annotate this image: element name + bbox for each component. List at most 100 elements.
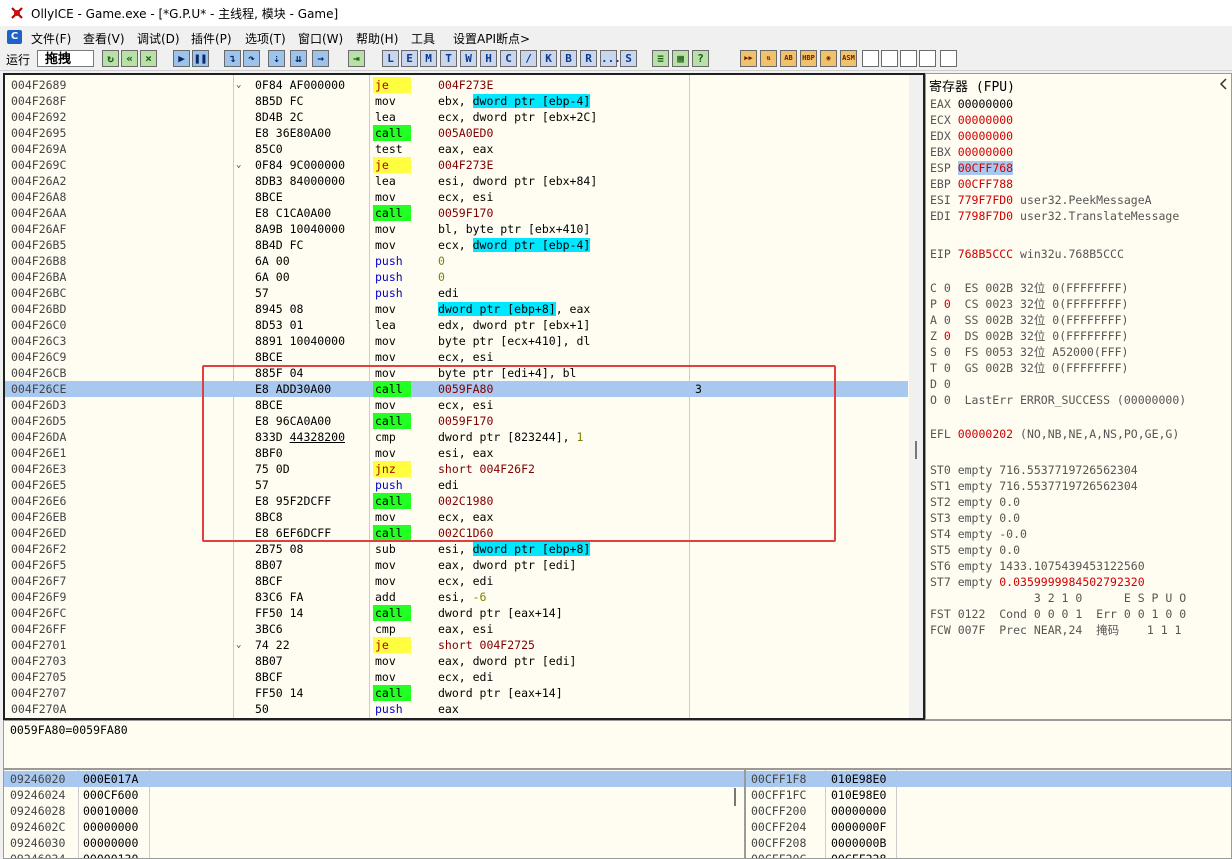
window-cpu-button[interactable]: C	[500, 50, 517, 67]
menu-set-api-breakpoint[interactable]: 设置API断点>	[453, 30, 530, 47]
disasm-row[interactable]: 004F26E1 8BF0 mov esi, eax	[5, 445, 908, 461]
register-row[interactable]: FST 0122 Cond 0 0 0 1 Err 0 0 1 0 0	[930, 606, 1186, 622]
menu-window[interactable]: 窗口(W)	[298, 30, 343, 47]
dump-row[interactable]: 09246024 000CF600	[4, 787, 744, 803]
help-icon[interactable]: ?	[692, 50, 709, 67]
stack-row[interactable]: 00CFF20C 00CFF228	[746, 851, 1231, 858]
close-program-icon[interactable]: ×	[140, 50, 157, 67]
disasm-row[interactable]: 004F26F2 2B75 08 sub esi, dword ptr [ebp+8]	[5, 541, 908, 557]
blank-button-3[interactable]	[900, 50, 917, 67]
register-row[interactable]: ESP 00CFF768	[930, 160, 1014, 176]
dump-row[interactable]: 09246030 00000000	[4, 835, 744, 851]
plugin-asm-icon[interactable]: ASM	[840, 50, 857, 67]
disasm-row[interactable]: 004F26EB 8BC8 mov ecx, eax	[5, 509, 908, 525]
plugin-arrows-icon[interactable]: ▶▶	[740, 50, 757, 67]
window-log-button[interactable]: L	[382, 50, 399, 67]
dump-row[interactable]: 0924602C 00000000	[4, 819, 744, 835]
register-row[interactable]: EAX 00000000	[930, 96, 1013, 112]
register-row[interactable]: ST3 empty 0.0	[930, 510, 1020, 526]
open-icon[interactable]: ↻	[102, 50, 119, 67]
register-row[interactable]: A 0 SS 002B 32位 0(FFFFFFFF)	[930, 312, 1128, 328]
options-grid-icon[interactable]: ▦	[672, 50, 689, 67]
disasm-row[interactable]: 004F26E5 57 push edi	[5, 477, 908, 493]
disasm-row[interactable]: 004F2692 8D4B 2C lea ecx, dword ptr [ebx+2C…	[5, 109, 908, 125]
disasm-row[interactable]: 004F269A 85C0 test eax, eax	[5, 141, 908, 157]
register-row[interactable]: ST6 empty 1433.1075439453122560	[930, 558, 1145, 574]
register-row[interactable]: Z 0 DS 002B 32位 0(FFFFFFFF)	[930, 328, 1128, 344]
dump-row[interactable]: 09246028 00010000	[4, 803, 744, 819]
disasm-row[interactable]: 004F2689 ⌄ 0F84 AF000000 je 004F273E	[5, 77, 908, 93]
disasm-row[interactable]: 004F26C3 8891 10040000 mov byte ptr [ecx+41…	[5, 333, 908, 349]
disasm-row[interactable]: 004F26AA E8 C1CA0A00 call 0059F170	[5, 205, 908, 221]
disasm-row[interactable]: 004F26FF 3BC6 cmp eax, esi	[5, 621, 908, 637]
list-icon[interactable]: ≡	[652, 50, 669, 67]
register-row[interactable]: ST2 empty 0.0	[930, 494, 1020, 510]
disasm-row[interactable]: 004F26B5 8B4D FC mov ecx, dword ptr [ebp-4]	[5, 237, 908, 253]
register-row[interactable]: EFL 00000202 (NO,NB,NE,A,NS,PO,GE,G)	[930, 426, 1179, 442]
drag-target-box[interactable]: 拖拽	[37, 50, 94, 67]
window-memory-button[interactable]: M	[420, 50, 437, 67]
disasm-row[interactable]: 004F26BD 8945 08 mov dword ptr [ebp+8], eax	[5, 301, 908, 317]
disasm-row[interactable]: 004F26CB 885F 04 mov byte ptr [edi+4], bl	[5, 365, 908, 381]
blank-button-5[interactable]	[940, 50, 957, 67]
chevron-left-icon[interactable]	[1217, 74, 1231, 94]
disasm-row[interactable]: 004F26C9 8BCE mov ecx, esi	[5, 349, 908, 365]
disasm-row[interactable]: 004F2705 8BCF mov ecx, edi	[5, 669, 908, 685]
register-row[interactable]: ST0 empty 716.5537719726562304	[930, 462, 1138, 478]
register-row[interactable]: S 0 FS 0053 32位 A52000(FFF)	[930, 344, 1128, 360]
disasm-row[interactable]: 004F26A8 8BCE mov ecx, esi	[5, 189, 908, 205]
menu-file[interactable]: 文件(F)	[31, 30, 71, 47]
disasm-row[interactable]: 004F26FC FF50 14 call dword ptr [eax+14]	[5, 605, 908, 621]
window-references-button[interactable]: R	[580, 50, 597, 67]
register-row[interactable]: 3 2 1 0 E S P U O	[930, 590, 1186, 606]
register-row[interactable]: C 0 ES 002B 32位 0(FFFFFFFF)	[930, 280, 1128, 296]
register-row[interactable]: P 0 CS 0023 32位 0(FFFFFFFF)	[930, 296, 1128, 312]
disassembly-pane[interactable]: 004F2689 ⌄ 0F84 AF000000 je 004F273E 004F268F…	[3, 73, 925, 720]
register-row[interactable]: EDX 00000000	[930, 128, 1013, 144]
trace-into-icon[interactable]: ⇣	[268, 50, 285, 67]
register-row[interactable]: ST5 empty 0.0	[930, 542, 1020, 558]
menu-help[interactable]: 帮助(H)	[356, 30, 398, 47]
disasm-row[interactable]: 004F26D3 8BCE mov ecx, esi	[5, 397, 908, 413]
disasm-row[interactable]: 004F2695 E8 36E80A00 call 005A0ED0	[5, 125, 908, 141]
cpu-window-icon[interactable]: C	[7, 30, 22, 44]
restart-icon[interactable]: «	[121, 50, 138, 67]
registers-title[interactable]: 寄存器 (FPU)	[929, 76, 1015, 95]
execute-till-return-icon[interactable]: →	[312, 50, 329, 67]
disasm-row[interactable]: 004F26CE E8 ADD30A00 call 0059FA80 3	[5, 381, 908, 397]
plugin-swap-icon[interactable]: ⇅	[760, 50, 777, 67]
disasm-row[interactable]: 004F2707 FF50 14 call dword ptr [eax+14]	[5, 685, 908, 701]
menu-view[interactable]: 查看(V)	[83, 30, 125, 47]
disasm-row[interactable]: 004F26B8 6A 00 push 0	[5, 253, 908, 269]
disasm-row[interactable]: 004F268F 8B5D FC mov ebx, dword ptr [ebp-4]	[5, 93, 908, 109]
disasm-row[interactable]: 004F26DA 833D 44328200 cmp dword ptr [82324…	[5, 429, 908, 445]
register-row[interactable]: ESI 779F7FD0 user32.PeekMessageA	[930, 192, 1152, 208]
stack-row[interactable]: 00CFF204 0000000F	[746, 819, 1231, 835]
blank-button-1[interactable]	[862, 50, 879, 67]
step-into-icon[interactable]: ↴	[224, 50, 241, 67]
register-row[interactable]: ST4 empty -0.0	[930, 526, 1027, 542]
goto-origin-icon[interactable]: ⇥	[348, 50, 365, 67]
disasm-row[interactable]: 004F26BA 6A 00 push 0	[5, 269, 908, 285]
plugin-hbp-icon[interactable]: HBP	[800, 50, 817, 67]
menu-debug[interactable]: 调试(D)	[137, 30, 180, 47]
register-row[interactable]: FCW 007F Prec NEAR,24 掩码 1 1 1	[930, 622, 1181, 638]
step-over-icon[interactable]: ↷	[243, 50, 260, 67]
disasm-row[interactable]: 004F270A 50 push eax	[5, 701, 908, 717]
blank-button-2[interactable]	[881, 50, 898, 67]
run-icon[interactable]: ▶	[173, 50, 190, 67]
stack-row[interactable]: 00CFF1FC 010E98E0	[746, 787, 1231, 803]
menu-plugins[interactable]: 插件(P)	[191, 30, 232, 47]
disasm-row[interactable]: 004F26A2 8DB3 84000000 lea esi, dword ptr […	[5, 173, 908, 189]
dump-row[interactable]: 09246034 00000130	[4, 851, 744, 858]
window-threads-button[interactable]: T	[440, 50, 457, 67]
disasm-row[interactable]: 004F26AF 8A9B 10040000 mov bl, byte ptr [eb…	[5, 221, 908, 237]
disasm-row[interactable]: 004F26C0 8D53 01 lea edx, dword ptr [ebx+1]	[5, 317, 908, 333]
window-breakpoints-button[interactable]: B	[560, 50, 577, 67]
window-modules-button[interactable]: E	[401, 50, 418, 67]
disasm-row[interactable]: 004F26BC 57 push edi	[5, 285, 908, 301]
disasm-row[interactable]: 004F26ED E8 6EF6DCFF call 002C1D60	[5, 525, 908, 541]
window-callstack-button[interactable]: K	[540, 50, 557, 67]
blank-button-4[interactable]	[919, 50, 936, 67]
trace-over-icon[interactable]: ⇊	[290, 50, 307, 67]
